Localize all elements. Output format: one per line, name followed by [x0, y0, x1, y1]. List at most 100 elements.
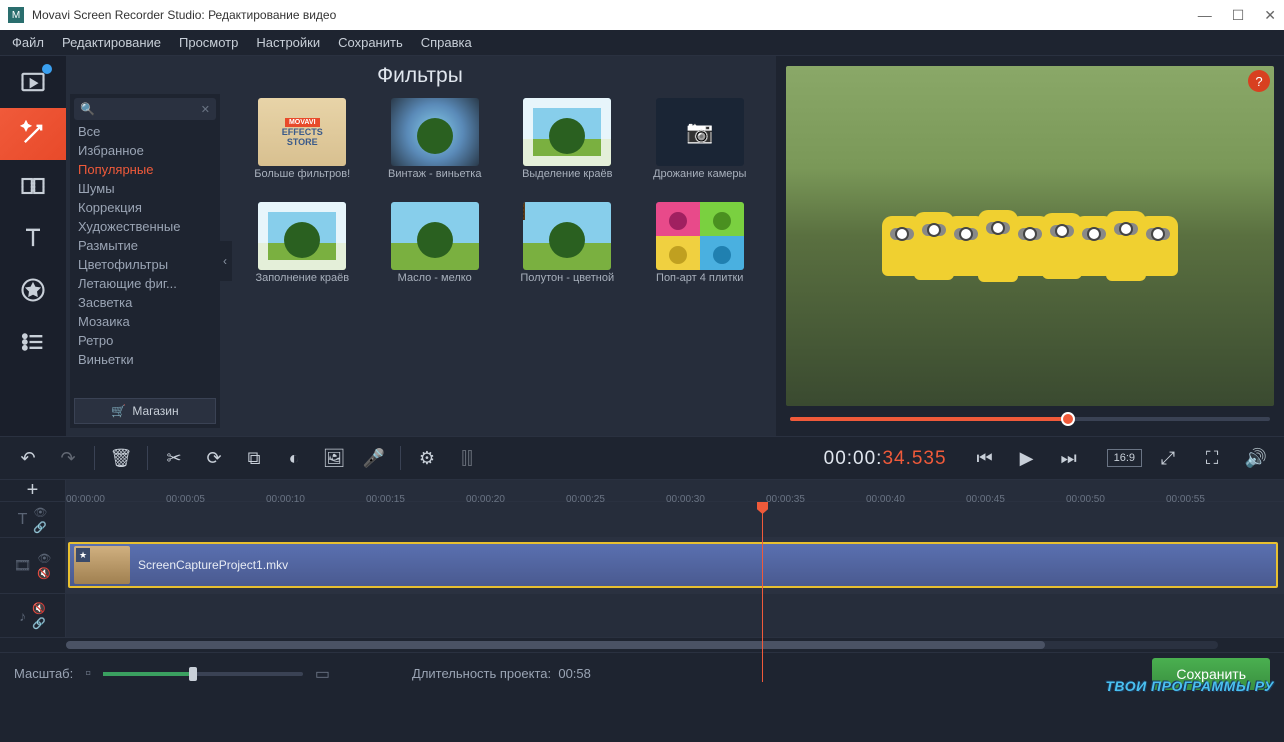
sidebar-transitions[interactable]: [0, 160, 66, 212]
menu-save[interactable]: Сохранить: [338, 35, 403, 50]
category-item[interactable]: Мозаика: [74, 312, 216, 331]
thumbnail-label: Заполнение краёв: [255, 272, 349, 298]
zoom-in-icon[interactable]: ▭: [315, 664, 330, 684]
sidebar-filters[interactable]: [0, 108, 66, 160]
thumbnail-image: [523, 98, 611, 166]
mute-icon[interactable]: 🔇: [37, 567, 51, 580]
link-icon[interactable]: 🔗: [33, 521, 47, 534]
filter-thumbnail[interactable]: Масло - мелко: [377, 202, 494, 298]
help-button[interactable]: ?: [1248, 70, 1270, 92]
collapse-categories-button[interactable]: ‹: [218, 241, 232, 281]
next-frame-button[interactable]: ⏭: [1051, 440, 1087, 476]
menu-view[interactable]: Просмотр: [179, 35, 238, 50]
filter-thumbnail[interactable]: MOVAVIEFFECTSSTOREБольше фильтров!: [244, 98, 361, 194]
search-icon: 🔍: [80, 102, 95, 116]
preview-video[interactable]: [786, 66, 1274, 406]
volume-button[interactable]: 🔊: [1238, 440, 1274, 476]
undo-button[interactable]: ↶: [10, 440, 46, 476]
filter-thumbnail[interactable]: Полутон - цветной: [509, 202, 626, 298]
category-item[interactable]: Избранное: [74, 141, 216, 160]
category-item[interactable]: Ретро: [74, 331, 216, 350]
filter-thumbnail[interactable]: Выделение краёв: [509, 98, 626, 194]
clear-search-icon[interactable]: ✕: [201, 103, 210, 116]
category-item[interactable]: Засветка: [74, 293, 216, 312]
prev-frame-button[interactable]: ⏮: [967, 440, 1003, 476]
category-item[interactable]: Виньетки: [74, 350, 216, 369]
time-ruler[interactable]: + 00:00:0000:00:0500:00:1000:00:1500:00:…: [0, 480, 1284, 502]
crop-button[interactable]: ⧉: [236, 440, 272, 476]
video-track[interactable]: 🎞 👁🔇 ★ ScreenCaptureProject1.mkv: [0, 538, 1284, 594]
category-item[interactable]: Размытие: [74, 236, 216, 255]
category-item[interactable]: Цветофильтры: [74, 255, 216, 274]
play-button[interactable]: ▶: [1009, 440, 1045, 476]
category-item[interactable]: Художественные: [74, 217, 216, 236]
visibility-icon[interactable]: 👁: [37, 552, 51, 565]
filter-thumbnail[interactable]: Винтаж - виньетка: [377, 98, 494, 194]
filters-panel: Фильтры 🔍 ✕ ВсеИзбранноеПопулярныеШумыКо…: [66, 56, 776, 436]
thumbnail-label: Больше фильтров!: [254, 168, 350, 194]
transitions-icon: [19, 172, 47, 200]
menu-help[interactable]: Справка: [421, 35, 472, 50]
menu-edit[interactable]: Редактирование: [62, 35, 161, 50]
category-item[interactable]: Летающие фиг...: [74, 274, 216, 293]
text-icon: [19, 224, 47, 252]
cut-button[interactable]: ✂: [156, 440, 192, 476]
timecode-current: 34.535: [882, 448, 946, 469]
sidebar-more[interactable]: [0, 316, 66, 368]
minimize-button[interactable]: —: [1198, 7, 1212, 24]
window-titlebar: M Movavi Screen Recorder Studio: Редакти…: [0, 0, 1284, 30]
mic-button[interactable]: 🎤: [356, 440, 392, 476]
category-item[interactable]: Шумы: [74, 179, 216, 198]
timeline: + 00:00:0000:00:0500:00:1000:00:1500:00:…: [0, 480, 1284, 652]
zoom-out-icon[interactable]: ▫: [85, 665, 91, 683]
zoom-slider[interactable]: [103, 672, 303, 676]
preview-progress[interactable]: [786, 406, 1274, 432]
redo-button[interactable]: ↷: [50, 440, 86, 476]
filters-title: Фильтры: [70, 64, 770, 88]
zoom-thumb[interactable]: [189, 667, 197, 681]
rotate-button[interactable]: ⟳: [196, 440, 232, 476]
image-button[interactable]: 🖼: [316, 440, 352, 476]
category-item[interactable]: Популярные: [74, 160, 216, 179]
settings-button[interactable]: ⚙: [409, 440, 445, 476]
sidebar-titles[interactable]: [0, 212, 66, 264]
video-clip[interactable]: ★ ScreenCaptureProject1.mkv: [68, 542, 1278, 588]
store-button[interactable]: 🛒 Магазин: [74, 398, 216, 424]
playhead[interactable]: [762, 502, 763, 682]
timecode-display: 00:00:34.535: [824, 447, 947, 470]
color-button[interactable]: ◐: [276, 440, 312, 476]
sidebar-stickers[interactable]: [0, 264, 66, 316]
mute-icon[interactable]: 🔇: [32, 602, 46, 615]
maximize-button[interactable]: ☐: [1232, 7, 1245, 24]
search-input[interactable]: [95, 102, 201, 116]
filter-search[interactable]: 🔍 ✕: [74, 98, 216, 120]
text-track[interactable]: T 👁🔗: [0, 502, 1284, 538]
aspect-ratio-button[interactable]: 16:9: [1107, 449, 1142, 467]
audio-track[interactable]: ♪ 🔇🔗: [0, 594, 1284, 638]
thumbnail-label: Полутон - цветной: [520, 272, 614, 298]
menu-settings[interactable]: Настройки: [256, 35, 320, 50]
delete-button[interactable]: 🗑: [103, 440, 139, 476]
sidebar-media[interactable]: [0, 56, 66, 108]
close-button[interactable]: ✕: [1264, 7, 1276, 24]
filter-thumbnail[interactable]: Поп-арт 4 плитки: [642, 202, 759, 298]
filter-thumbnail[interactable]: Дрожание камеры: [642, 98, 759, 194]
menu-file[interactable]: Файл: [12, 35, 44, 50]
filter-thumbnail[interactable]: Заполнение краёв: [244, 202, 361, 298]
category-item[interactable]: Коррекция: [74, 198, 216, 217]
visibility-icon[interactable]: 👁: [33, 506, 47, 519]
zoom-label: Масштаб:: [14, 666, 73, 681]
progress-thumb[interactable]: [1061, 412, 1075, 426]
timeline-scrollbar[interactable]: [0, 638, 1284, 652]
clip-star-icon[interactable]: ★: [76, 548, 90, 562]
add-track-button[interactable]: +: [0, 480, 66, 501]
popout-button[interactable]: ⤢: [1150, 440, 1186, 476]
left-sidebar: [0, 56, 66, 436]
scrollbar-thumb[interactable]: [66, 641, 1045, 649]
link-icon[interactable]: 🔗: [32, 617, 46, 630]
watermark: ТВОИ ПРОГРАММЫ РУ: [1105, 678, 1274, 694]
equalizer-button[interactable]: ⫿⫿: [449, 440, 485, 476]
fullscreen-button[interactable]: ⛶: [1194, 440, 1230, 476]
filter-categories: 🔍 ✕ ВсеИзбранноеПопулярныеШумыКоррекцияХ…: [70, 94, 220, 428]
category-item[interactable]: Все: [74, 122, 216, 141]
